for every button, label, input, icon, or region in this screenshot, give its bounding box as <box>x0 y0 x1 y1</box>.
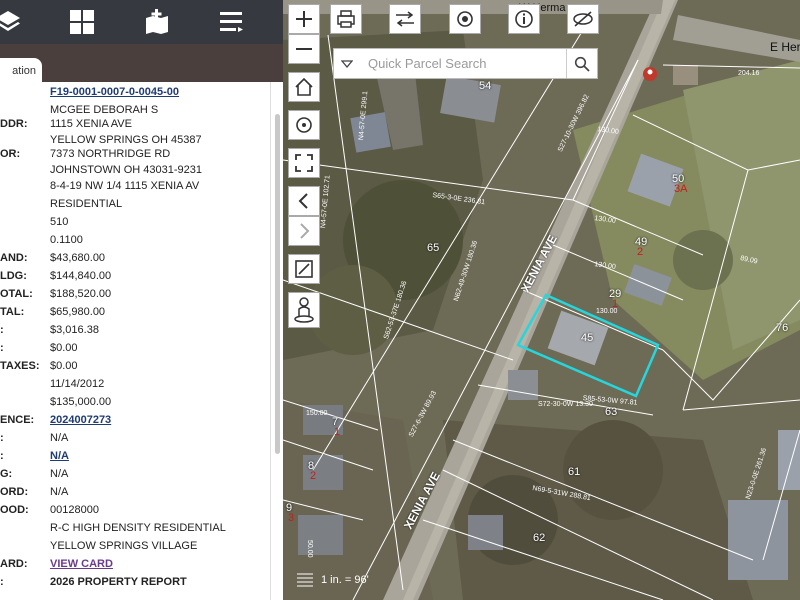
detail-label: DDR: <box>0 118 28 130</box>
detail-label: TAXES: <box>0 360 40 372</box>
print-icon[interactable] <box>330 4 362 34</box>
detail-value: RESIDENTIAL <box>50 198 123 210</box>
details-scrollbar[interactable] <box>275 114 280 454</box>
detail-label: OTAL: <box>0 288 33 300</box>
detail-link[interactable]: F19-0001-0007-0-0045-00 <box>50 86 179 98</box>
detail-label: : <box>0 432 4 444</box>
detail-value: $0.00 <box>50 342 78 354</box>
zoom-in-button[interactable] <box>288 4 320 34</box>
detail-value: $144,840.00 <box>50 270 112 282</box>
info-icon[interactable] <box>508 4 540 34</box>
detail-label: : <box>0 450 4 462</box>
bearing-label: S72-30-0W 13.30 <box>538 401 593 408</box>
parcel-number: 3A <box>674 183 688 195</box>
parcel-details-panel: ation F19-0001-0007-0-0045-00 MCGEE DEBOR… <box>0 0 283 600</box>
parcel-number: 2 <box>637 246 644 258</box>
detail-label: G: <box>0 468 13 480</box>
parcel-number: 3 <box>288 512 295 524</box>
measure-icon[interactable] <box>288 254 320 284</box>
bearing-label: 150.00 <box>306 410 328 417</box>
parcel-number: 63 <box>605 406 618 418</box>
parcel-number: 2 <box>310 470 317 482</box>
detail-value: N/A <box>50 486 69 498</box>
detail-value: N/A <box>50 432 69 444</box>
detail-value: 2026 PROPERTY REPORT <box>50 576 187 588</box>
detail-value: MCGEE DEBORAH S <box>50 104 159 116</box>
parcel-number: 45 <box>581 332 594 344</box>
detail-value: 00128000 <box>50 504 99 516</box>
left-toolbar <box>0 0 283 44</box>
detail-label: ENCE: <box>0 414 35 426</box>
aerial-map <box>283 0 800 600</box>
bearing-label: 130.00 <box>596 308 618 315</box>
detail-label: : <box>0 342 4 354</box>
clear-selection-icon[interactable] <box>567 4 599 34</box>
parcel-number: 54 <box>479 80 492 92</box>
quick-parcel-search <box>333 48 598 79</box>
search-input[interactable] <box>364 49 572 78</box>
detail-value: 510 <box>50 216 69 228</box>
detail-value: 1115 XENIA AVE <box>50 118 132 130</box>
grid-icon[interactable] <box>64 6 100 38</box>
identify-icon[interactable] <box>449 4 481 34</box>
detail-label: : <box>0 576 4 588</box>
detail-value: JOHNSTOWN OH 43031-9231 <box>50 164 203 176</box>
previous-extent-button[interactable] <box>288 186 320 216</box>
map-view[interactable]: XENIA AVEXENIA AVEE HermW Herma54503A492… <box>283 0 800 600</box>
layers-icon[interactable] <box>0 6 26 38</box>
detail-value: $188,520.00 <box>50 288 112 300</box>
home-icon[interactable] <box>288 72 320 102</box>
swipe-compare-icon[interactable] <box>389 4 421 34</box>
parcel-number: 61 <box>568 466 581 478</box>
menu-list-icon[interactable] <box>213 6 249 38</box>
detail-link[interactable]: 2024007273 <box>50 414 111 426</box>
street-label: E Herm <box>770 40 800 54</box>
detail-value: $135,000.00 <box>50 396 112 408</box>
street-view-icon[interactable] <box>288 292 320 328</box>
detail-label: OOD: <box>0 504 29 516</box>
chevron-down-icon[interactable] <box>334 49 360 78</box>
locate-icon[interactable] <box>288 110 320 140</box>
detail-label: TAL: <box>0 306 25 318</box>
detail-value: 7373 NORTHRIDGE RD <box>50 148 171 160</box>
detail-label: AND: <box>0 252 28 264</box>
parcel-number: 62 <box>533 532 546 544</box>
detail-link[interactable]: N/A <box>50 450 69 462</box>
detail-value: R-C HIGH DENSITY RESIDENTIAL <box>50 522 226 534</box>
detail-value: N/A <box>50 468 69 480</box>
detail-link[interactable]: VIEW CARD <box>50 558 113 570</box>
detail-value: $0.00 <box>50 360 78 372</box>
parcel-number: 1 <box>334 426 341 438</box>
search-icon[interactable] <box>566 49 597 78</box>
detail-value: $65,980.00 <box>50 306 106 318</box>
tab-row <box>0 58 283 82</box>
detail-value: 8-4-19 NW 1/4 1115 XENIA AV <box>50 180 200 192</box>
detail-label: LDG: <box>0 270 27 282</box>
map-add-icon[interactable] <box>139 6 175 38</box>
bearing-label: 204.16 <box>738 70 760 77</box>
detail-value: YELLOW SPRINGS VILLAGE <box>50 540 198 552</box>
scale-label: 1 in. = 96' <box>321 574 369 586</box>
detail-label: ARD: <box>0 558 28 570</box>
detail-value: $3,016.38 <box>50 324 99 336</box>
detail-value: YELLOW SPRINGS OH 45387 <box>50 134 202 146</box>
parcel-details-list: F19-0001-0007-0-0045-00 MCGEE DEBORAH S DD… <box>0 82 271 600</box>
detail-value: 0.1100 <box>50 234 83 246</box>
fullscreen-icon[interactable] <box>288 148 320 178</box>
bearing-label: 50.00 <box>306 540 313 558</box>
parcel-number: 65 <box>427 242 440 254</box>
detail-value: 11/14/2012 <box>50 378 105 390</box>
tab-information[interactable]: ation <box>0 58 42 84</box>
parcel-number: 76 <box>776 322 789 334</box>
detail-label: OR: <box>0 148 21 160</box>
detail-value: $43,680.00 <box>50 252 106 264</box>
next-extent-button[interactable] <box>288 216 320 246</box>
zoom-out-button[interactable] <box>288 34 320 64</box>
detail-label: : <box>0 324 4 336</box>
detail-label: ORD: <box>0 486 29 498</box>
